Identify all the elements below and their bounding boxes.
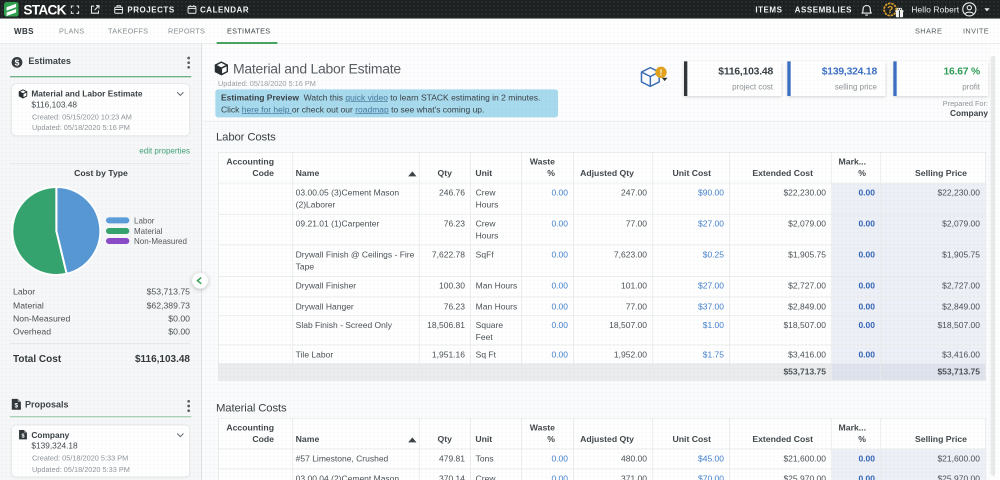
- svg-text:$: $: [15, 57, 20, 67]
- svg-text:$: $: [14, 403, 18, 410]
- svg-text:?: ?: [887, 4, 893, 16]
- svg-text:$: $: [21, 434, 24, 440]
